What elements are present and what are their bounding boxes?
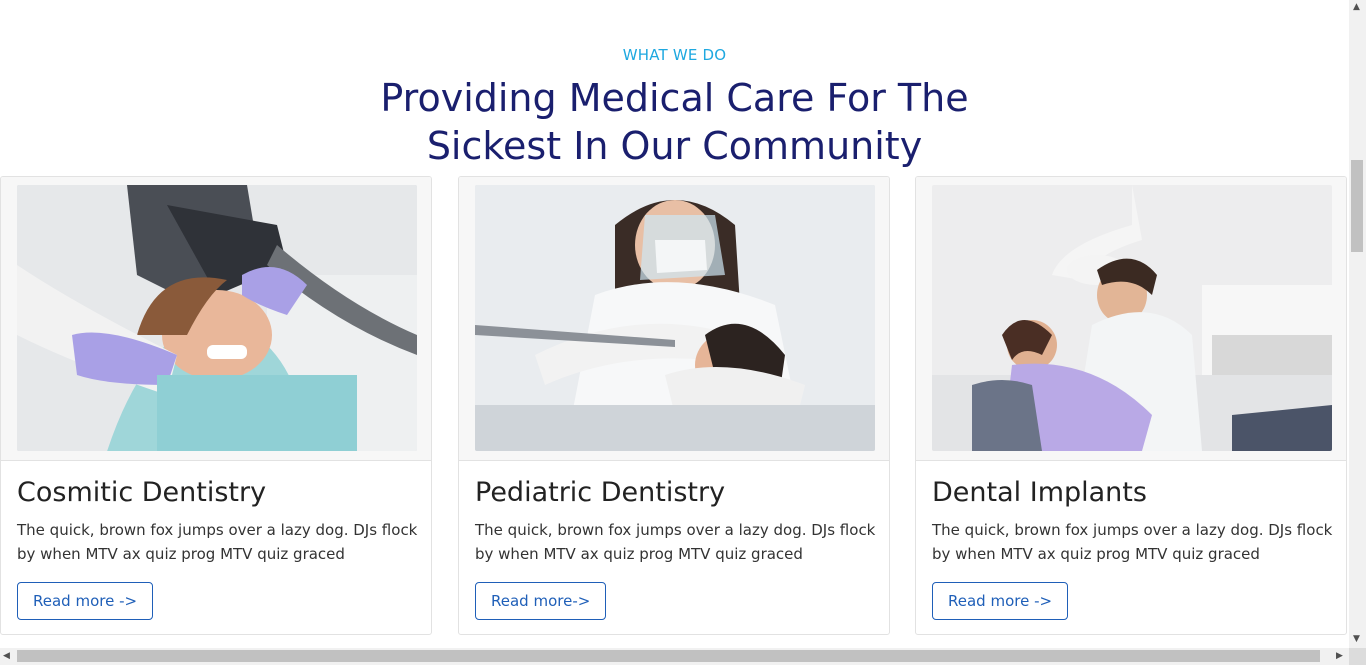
service-card-pediatric: Pediatric Dentistry The quick, brown fox…: [458, 176, 890, 635]
dental-clinic-photo: [932, 185, 1332, 451]
card-title: Cosmitic Dentistry: [17, 477, 267, 508]
scroll-up-arrow-icon[interactable]: ▲: [1353, 2, 1360, 12]
page: WHAT WE DO Providing Medical Care For Th…: [0, 0, 1349, 648]
horizontal-scrollbar-thumb[interactable]: [17, 650, 1320, 662]
read-more-button[interactable]: Read more ->: [17, 582, 154, 620]
card-text: The quick, brown fox jumps over a lazy d…: [932, 521, 1333, 563]
card-text: The quick, brown fox jumps over a lazy d…: [17, 521, 418, 563]
scroll-down-arrow-icon[interactable]: ▼: [1353, 634, 1360, 644]
dental-patient-photo: [17, 185, 417, 451]
dentist-treating-patient-photo: [475, 185, 875, 451]
card-media: [916, 177, 1346, 461]
service-card-implants: Dental Implants The quick, brown fox jum…: [915, 176, 1347, 635]
scroll-right-arrow-icon[interactable]: ▶: [1336, 651, 1343, 661]
vertical-scrollbar-thumb[interactable]: [1351, 160, 1363, 252]
scrollbar-corner: [1349, 648, 1366, 665]
card-media: [1, 177, 431, 461]
read-more-button[interactable]: Read more ->: [932, 582, 1069, 620]
scroll-left-arrow-icon[interactable]: ◀: [3, 651, 10, 661]
read-more-button[interactable]: Read more->: [475, 582, 607, 620]
section-heading-line2: Sickest In Our Community: [426, 124, 923, 168]
dental-patient-photo-illustration: [17, 185, 417, 451]
vertical-scrollbar[interactable]: [1349, 0, 1366, 648]
dental-clinic-photo-illustration: [932, 185, 1332, 451]
dentist-treating-patient-photo-illustration: [475, 185, 875, 451]
card-media: [459, 177, 889, 461]
service-card-cosmetic: Cosmitic Dentistry The quick, brown fox …: [0, 176, 432, 635]
section-heading: Providing Medical Care For The Sickest I…: [0, 74, 1349, 170]
card-text: The quick, brown fox jumps over a lazy d…: [475, 521, 876, 563]
section-eyebrow: WHAT WE DO: [622, 46, 727, 64]
card-title: Pediatric Dentistry: [475, 477, 726, 508]
section-heading-line1: Providing Medical Care For The: [380, 76, 969, 120]
card-title: Dental Implants: [932, 477, 1147, 508]
